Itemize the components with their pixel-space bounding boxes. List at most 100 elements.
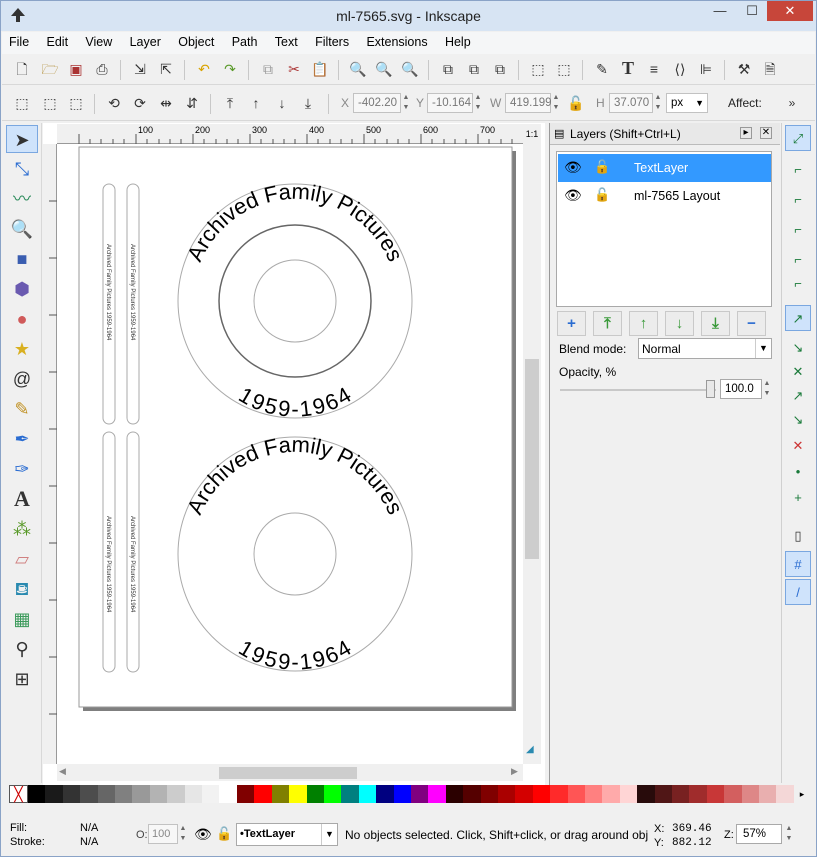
blend-mode-select[interactable]: Normal ▼ xyxy=(638,338,772,359)
unlock-icon[interactable]: 🔓 xyxy=(594,159,610,175)
close-button[interactable]: ✕ xyxy=(767,1,813,21)
color-swatch[interactable] xyxy=(689,785,707,803)
color-swatch[interactable] xyxy=(741,785,760,803)
flip-horizontal-icon[interactable]: ⇹ xyxy=(156,93,176,113)
menu-edit[interactable]: Edit xyxy=(40,32,76,49)
ellipse-tool-icon[interactable]: ● xyxy=(6,305,38,333)
no-paint-swatch[interactable]: ╳ xyxy=(9,785,28,803)
raise-layer-button[interactable]: ↑ xyxy=(629,311,658,336)
layer-to-top-button[interactable]: ⤒ xyxy=(593,311,622,336)
selector-tool-icon[interactable]: ➤ xyxy=(6,125,38,153)
snap-intersections-icon[interactable]: ✕ xyxy=(785,359,811,385)
lock-ratio-icon[interactable]: 🔓 xyxy=(566,93,586,113)
layer-name[interactable]: ml-7565 Layout xyxy=(634,189,720,203)
color-swatch[interactable] xyxy=(358,785,377,803)
fill-value[interactable]: N/A xyxy=(80,822,98,834)
horizontal-ruler[interactable]: 100 200 300 400 500 600 700 xyxy=(57,124,523,144)
enable-snapping-icon[interactable]: ⤢ xyxy=(785,125,811,151)
panel-close-icon[interactable]: ✕ xyxy=(760,127,772,139)
color-swatch[interactable] xyxy=(567,785,585,803)
color-swatch[interactable] xyxy=(532,785,551,803)
snap-cusp-nodes-icon[interactable]: ↗ xyxy=(785,383,811,409)
snap-guides-icon[interactable]: / xyxy=(785,579,811,605)
x-field[interactable]: -402.20 xyxy=(353,93,401,113)
color-swatch[interactable] xyxy=(254,785,272,803)
pen-tool-icon[interactable]: ✒ xyxy=(6,425,38,453)
color-swatch[interactable] xyxy=(323,785,342,803)
stroke-value[interactable]: N/A xyxy=(80,836,98,848)
lower-layer-button[interactable]: ↓ xyxy=(665,311,694,336)
color-swatch[interactable] xyxy=(776,785,794,803)
snap-bbox-edges-icon[interactable]: ⌐ xyxy=(785,187,811,213)
color-swatch[interactable] xyxy=(480,785,498,803)
color-swatch[interactable] xyxy=(376,785,394,803)
w-spinner[interactable]: ▲ ▼ xyxy=(551,93,561,113)
paint-bucket-tool-icon[interactable]: ⛾ xyxy=(6,575,38,603)
cut-icon[interactable]: ✂ xyxy=(284,59,304,79)
snap-smooth-nodes-icon[interactable]: ↘ xyxy=(785,407,811,433)
menu-object[interactable]: Object xyxy=(171,32,221,49)
flip-vertical-icon[interactable]: ⇵ xyxy=(182,93,202,113)
menu-path[interactable]: Path xyxy=(225,32,265,49)
color-swatch[interactable] xyxy=(515,785,533,803)
unlock-icon[interactable]: 🔓 xyxy=(594,187,610,203)
drawing-canvas[interactable]: Archived Family Pictures 1959-1964 Archi… xyxy=(57,144,523,764)
rotate-cw-icon[interactable]: ⟳ xyxy=(130,93,150,113)
snap-bbox-icon[interactable]: ⌐ xyxy=(785,157,811,183)
y-spinner[interactable]: ▲ ▼ xyxy=(473,93,483,113)
zoom-tool-icon[interactable]: 🔍 xyxy=(6,215,38,243)
color-swatch[interactable] xyxy=(393,785,411,803)
color-swatch[interactable] xyxy=(202,785,220,803)
color-swatch[interactable] xyxy=(654,785,673,803)
select-all-icon[interactable]: ⬚ xyxy=(12,93,32,113)
color-swatch[interactable] xyxy=(115,785,133,803)
h-spinner[interactable]: ▲ ▼ xyxy=(653,93,663,113)
open-icon[interactable]: 🗁 xyxy=(40,59,60,79)
raise-icon[interactable]: ↑ xyxy=(246,93,266,113)
visibility-eye-icon[interactable]: 👁 xyxy=(564,187,582,204)
color-swatch[interactable] xyxy=(97,785,116,803)
w-field[interactable]: 419.199 xyxy=(505,93,552,113)
rectangle-tool-icon[interactable]: ■ xyxy=(6,245,38,273)
zoom-field[interactable]: 57% xyxy=(736,824,782,844)
x-spinner[interactable]: ▲ ▼ xyxy=(401,93,411,113)
layer-to-bottom-button[interactable]: ⤓ xyxy=(701,311,730,336)
color-swatch[interactable] xyxy=(672,785,690,803)
snap-nodes-icon[interactable]: ↗ xyxy=(785,305,811,331)
layer-row-layout[interactable]: 👁 🔓 ml-7565 Layout xyxy=(558,182,771,210)
opacity-slider-handle[interactable] xyxy=(706,380,715,398)
menu-view[interactable]: View xyxy=(78,32,119,49)
raise-to-top-icon[interactable]: ⤒ xyxy=(220,93,240,113)
zoom-spinner[interactable]: ▲ ▼ xyxy=(784,824,794,844)
color-swatch[interactable] xyxy=(184,785,203,803)
zoom-drawing-icon[interactable]: 🔍 xyxy=(374,59,394,79)
color-swatch[interactable] xyxy=(410,785,429,803)
copy-icon[interactable]: ⧉ xyxy=(258,59,278,79)
menu-help[interactable]: Help xyxy=(438,32,478,49)
layer-visibility-eye-icon[interactable]: 👁 xyxy=(194,826,212,843)
document-properties-icon[interactable]: 🗎 xyxy=(760,59,780,79)
duplicate-icon[interactable]: ⧉ xyxy=(438,59,458,79)
color-swatch[interactable] xyxy=(167,785,185,803)
3d-box-tool-icon[interactable]: ⬢ xyxy=(6,275,38,303)
remove-layer-button[interactable]: − xyxy=(737,311,766,336)
color-swatch[interactable] xyxy=(28,785,46,803)
snap-bbox-midpoints-icon[interactable]: ⌐ xyxy=(785,247,811,273)
layers-icon[interactable]: ≡ xyxy=(644,59,664,79)
horizontal-scrollbar[interactable]: ◀ ▶ xyxy=(57,764,523,781)
vertical-ruler[interactable] xyxy=(43,144,57,764)
color-swatch[interactable] xyxy=(497,785,516,803)
pencil-tool-icon[interactable]: ✎ xyxy=(6,395,38,423)
color-swatch[interactable] xyxy=(236,785,255,803)
palette-menu-icon[interactable]: ▸ xyxy=(796,785,808,803)
fill-stroke-icon[interactable]: ✎ xyxy=(592,59,612,79)
color-swatch[interactable] xyxy=(219,785,237,803)
color-swatch[interactable] xyxy=(445,785,464,803)
star-tool-icon[interactable]: ★ xyxy=(6,335,38,363)
visibility-eye-icon[interactable]: 👁 xyxy=(564,159,582,176)
unlink-clone-icon[interactable]: ⧉ xyxy=(490,59,510,79)
snap-bbox-center-icon[interactable]: ⌐ xyxy=(785,271,811,297)
overflow-chevron-icon[interactable]: » xyxy=(782,93,802,113)
save-icon[interactable]: ▣ xyxy=(66,59,86,79)
layer-lock-icon[interactable]: 🔓 xyxy=(216,826,232,842)
